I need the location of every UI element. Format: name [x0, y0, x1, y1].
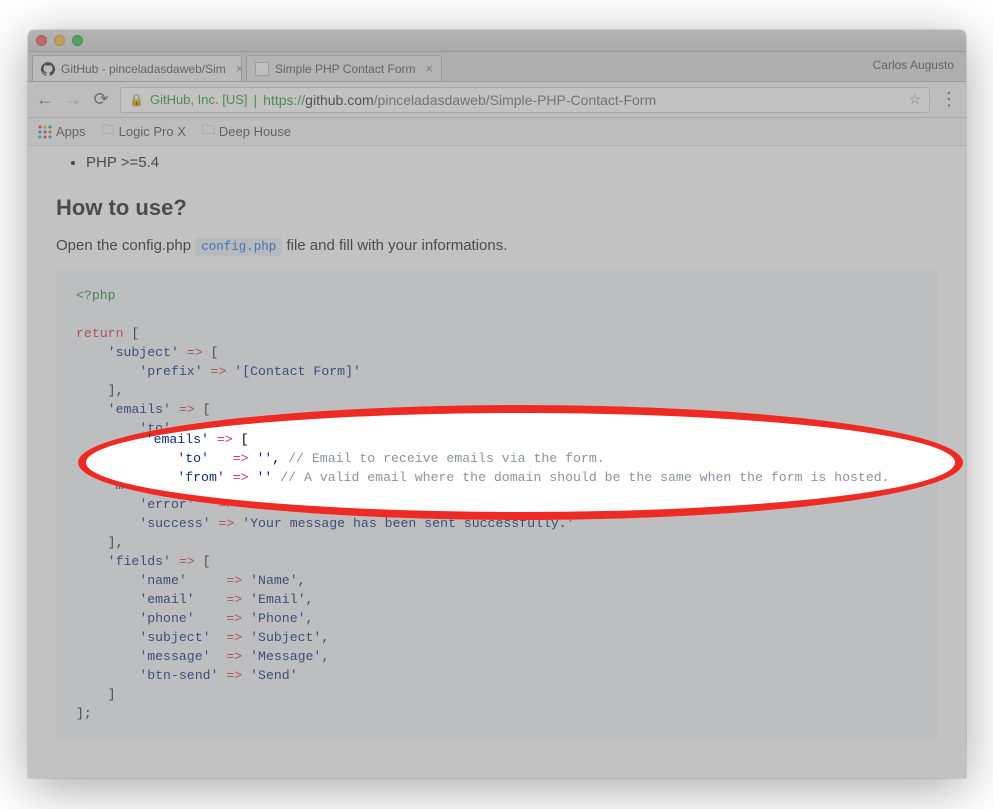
tab-title: Simple PHP Contact Form: [275, 62, 416, 76]
bookmarks-bar: Apps 🗀 Logic Pro X 🗀 Deep House: [28, 118, 966, 146]
toolbar: ← → ⟳ 🔒 GitHub, Inc. [US] | https://gith…: [28, 82, 966, 118]
requirement-item: PHP >=5.4: [86, 154, 938, 171]
address-bar[interactable]: 🔒 GitHub, Inc. [US] | https://github.com…: [120, 87, 930, 113]
apps-grid-icon: [38, 125, 52, 139]
close-tab-icon[interactable]: ×: [236, 61, 242, 76]
zoom-window-icon[interactable]: [72, 35, 83, 46]
url-text: https://github.com/pinceladasdaweb/Simpl…: [263, 92, 656, 108]
config-file-tag: config.php: [195, 238, 282, 256]
bookmark-folder-logic[interactable]: 🗀 Logic Pro X: [102, 121, 186, 143]
folder-icon: 🗀: [202, 121, 215, 143]
folder-icon: 🗀: [102, 121, 115, 143]
document-icon: [255, 62, 269, 76]
macos-titlebar: [28, 30, 966, 52]
lock-icon: 🔒: [129, 93, 144, 107]
tab-contact-form[interactable]: Simple PHP Contact Form ×: [246, 55, 442, 81]
instruction-text: Open the config.php config.php file and …: [56, 237, 938, 254]
heading-how-to-use: How to use?: [56, 195, 938, 221]
github-icon: [41, 62, 55, 76]
window-controls: [36, 35, 83, 46]
page-content: PHP >=5.4 How to use? Open the config.ph…: [28, 146, 966, 763]
forward-button: →: [64, 89, 82, 110]
ev-cert-name: GitHub, Inc. [US]: [150, 92, 248, 107]
code-block: <?php return [ 'subject' => [ 'prefix' =…: [56, 270, 938, 739]
close-window-icon[interactable]: [36, 35, 47, 46]
reload-button[interactable]: ⟳: [92, 89, 110, 110]
close-tab-icon[interactable]: ×: [426, 61, 434, 76]
apps-button[interactable]: Apps: [38, 124, 86, 139]
bookmark-star-icon[interactable]: ☆: [908, 91, 921, 108]
back-button[interactable]: ←: [36, 89, 54, 110]
profile-name[interactable]: Carlos Augusto: [873, 58, 954, 72]
tab-strip: GitHub - pinceladasdaweb/Sim × Simple PH…: [28, 52, 966, 82]
browser-menu-button[interactable]: ⋮: [940, 89, 958, 110]
browser-window: GitHub - pinceladasdaweb/Sim × Simple PH…: [28, 30, 966, 778]
tab-github[interactable]: GitHub - pinceladasdaweb/Sim ×: [32, 55, 242, 81]
tab-title: GitHub - pinceladasdaweb/Sim: [61, 62, 226, 76]
minimize-window-icon[interactable]: [54, 35, 65, 46]
bookmark-folder-deephouse[interactable]: 🗀 Deep House: [202, 121, 291, 143]
